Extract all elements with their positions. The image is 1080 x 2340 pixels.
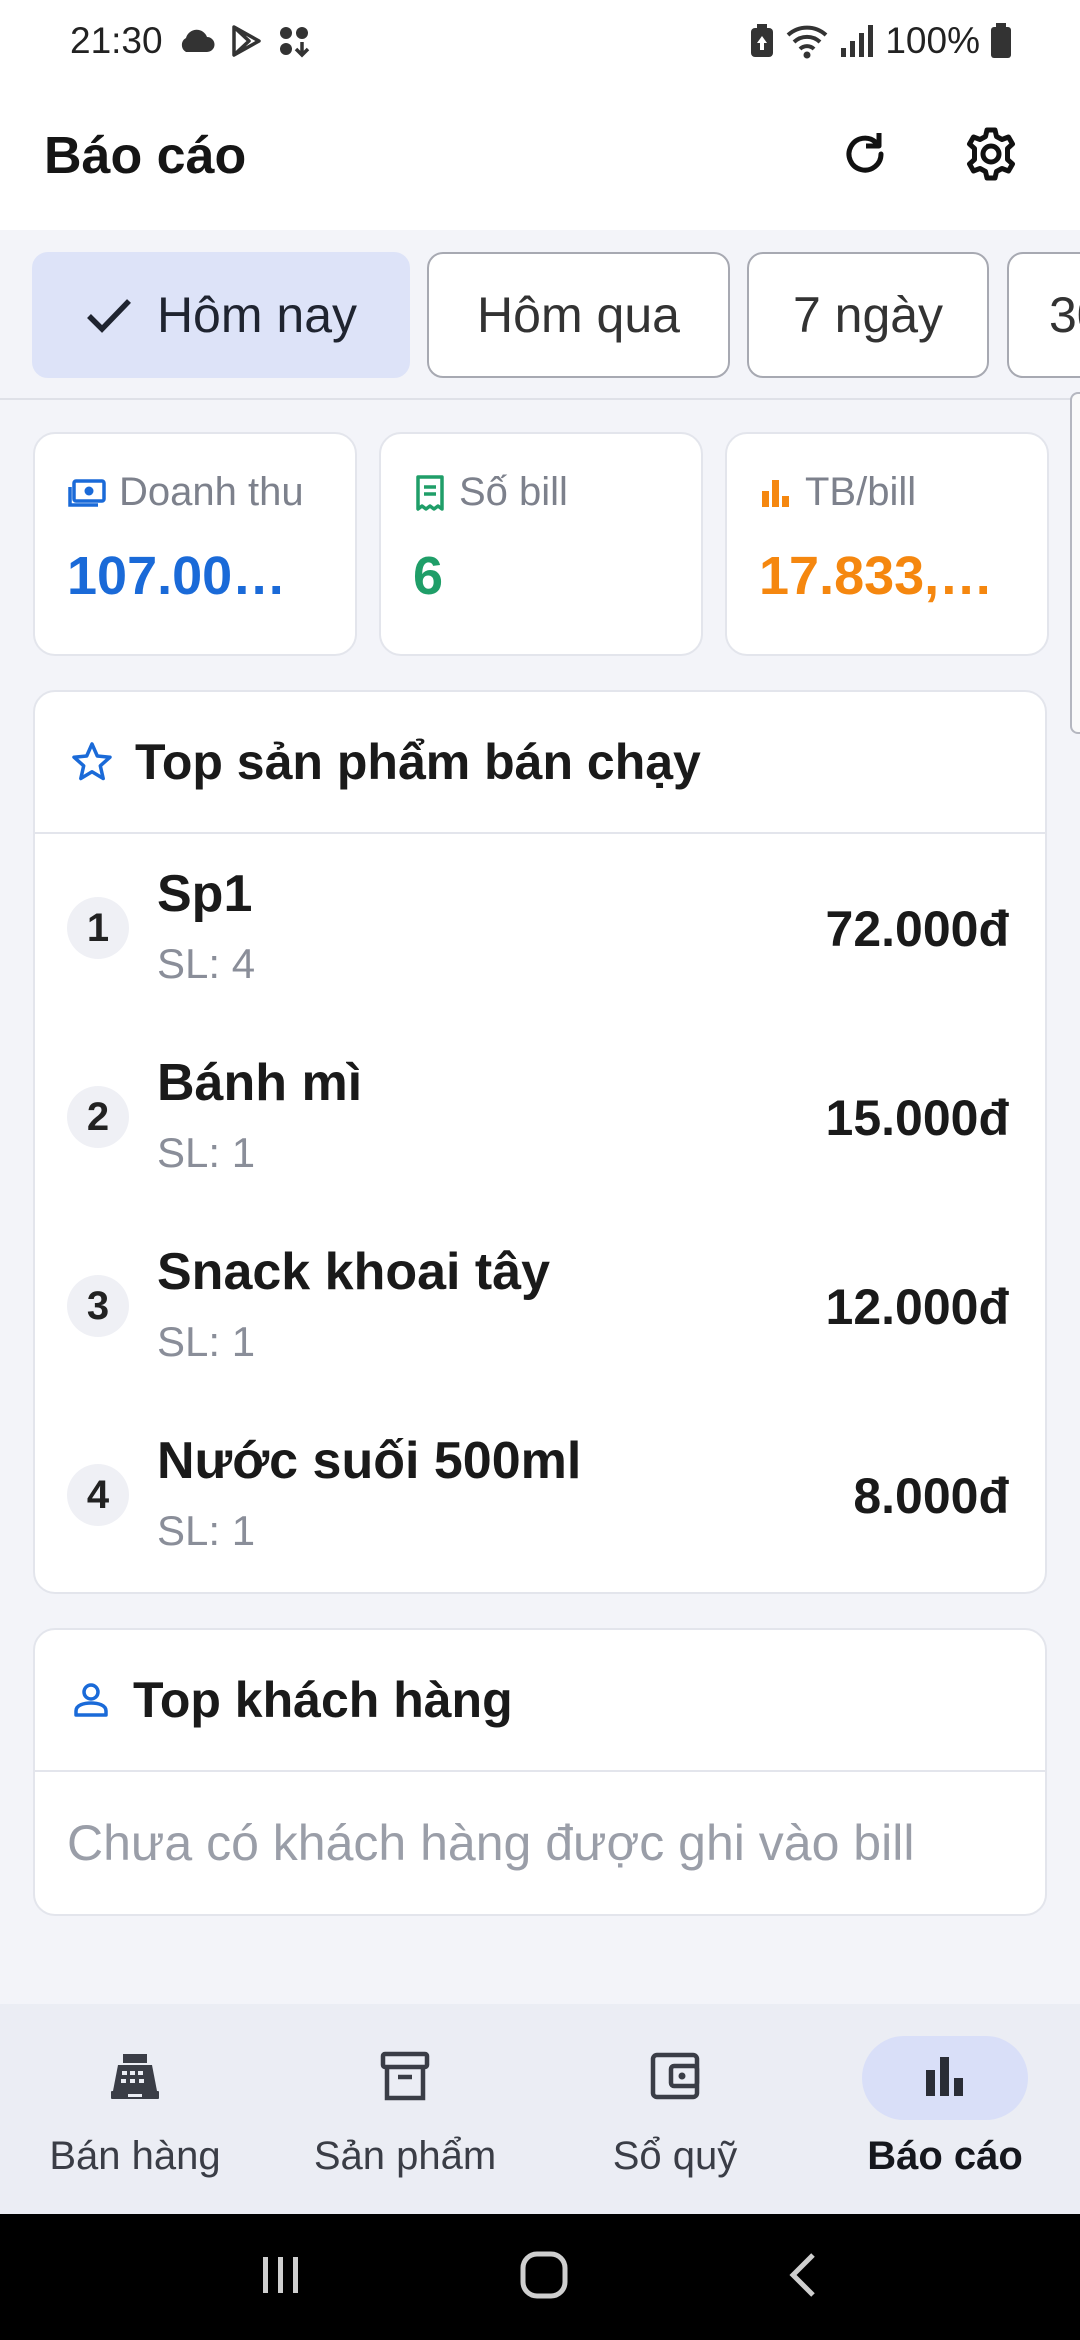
star-icon: [71, 741, 113, 783]
rank-badge: 4: [67, 1464, 129, 1526]
play-store-icon: [229, 24, 263, 58]
rank-badge: 2: [67, 1086, 129, 1148]
bar-chart-icon: [759, 477, 793, 509]
back-button[interactable]: [783, 2249, 823, 2306]
app-bar: Báo cáo: [0, 82, 1080, 230]
wallet-icon: [649, 2051, 701, 2106]
archive-box-icon: [379, 2050, 431, 2107]
product-name: Nước suối 500ml: [157, 1432, 582, 1490]
refresh-icon: [839, 128, 891, 185]
battery-percent: 100%: [885, 20, 980, 61]
date-filter-row: Hôm nay Hôm qua 7 ngày 30 ngày: [0, 230, 1080, 400]
settings-icon: [963, 126, 1019, 187]
filter-chip-label: Hôm qua: [477, 287, 680, 343]
stat-card-bill-count: Số bill 6: [379, 432, 703, 656]
bar-chart-icon: [922, 2054, 968, 2103]
stat-value-revenue: 107.00…: [67, 546, 287, 606]
stat-label: Số bill: [459, 470, 568, 514]
filter-chip-30-days[interactable]: 30 ngày: [1007, 252, 1080, 378]
cash-register-icon: [108, 2051, 162, 2106]
filter-chip-yesterday[interactable]: Hôm qua: [427, 252, 730, 378]
product-amount: 8.000đ: [853, 1468, 1009, 1524]
cloud-icon: [177, 28, 215, 54]
nav-item-products[interactable]: Sản phẩm: [270, 2004, 540, 2214]
nav-label: Sổ quỹ: [612, 2134, 738, 2178]
horizontal-scrollbar[interactable]: [1070, 392, 1080, 734]
receipt-icon: [413, 474, 447, 512]
product-amount: 72.000đ: [825, 901, 1009, 957]
stat-label: Doanh thu: [119, 470, 304, 514]
filter-chip-label: Hôm nay: [156, 287, 358, 343]
product-quantity: SL: 1: [157, 1507, 256, 1554]
section-title: Top sản phẩm bán chạy: [135, 734, 701, 790]
stat-label: TB/bill: [805, 470, 917, 514]
nav-label: Sản phẩm: [313, 2134, 497, 2178]
refresh-button[interactable]: [820, 111, 910, 201]
home-button[interactable]: [518, 2249, 570, 2306]
product-quantity: SL: 1: [157, 1318, 256, 1365]
filter-chip-7-days[interactable]: 7 ngày: [747, 252, 989, 378]
rank-badge: 1: [67, 897, 129, 959]
bottom-navigation: Bán hàng Sản phẩm Sổ quỹ Báo cáo: [0, 2004, 1080, 2214]
top-customers-card: Top khách hàng Chưa có khách hàng được g…: [33, 1628, 1047, 1916]
nav-label: Báo cáo: [867, 2134, 1023, 2178]
product-quantity: SL: 4: [157, 940, 256, 987]
app-grid-icon: [277, 24, 311, 58]
page-title: Báo cáo: [44, 127, 247, 185]
section-header: Top sản phẩm bán chạy: [35, 692, 1045, 834]
signal-icon: [839, 24, 875, 58]
person-icon: [71, 1680, 111, 1720]
list-item[interactable]: 4 Nước suối 500ml SL: 1 8.000đ: [35, 1401, 1045, 1590]
nav-item-cashbook[interactable]: Sổ quỹ: [540, 2004, 810, 2214]
filter-chip-label: 7 ngày: [792, 287, 944, 343]
recent-apps-button[interactable]: [257, 2253, 305, 2302]
product-amount: 12.000đ: [825, 1279, 1009, 1335]
empty-state-text: Chưa có khách hàng được ghi vào bill: [67, 1815, 915, 1871]
product-name: Snack khoai tây: [157, 1243, 551, 1301]
product-name: Sp1: [157, 865, 253, 923]
filter-chip-label: 30 ngày: [1049, 287, 1080, 343]
filter-chip-today[interactable]: Hôm nay: [32, 252, 410, 378]
battery-icon: [990, 23, 1012, 59]
product-quantity: SL: 1: [157, 1129, 256, 1176]
status-time: 21:30: [70, 20, 163, 61]
wifi-icon: [785, 23, 829, 59]
rank-badge: 3: [67, 1275, 129, 1337]
stat-value-bill-count: 6: [413, 546, 444, 606]
stat-card-revenue: Doanh thu 107.00…: [33, 432, 357, 656]
stat-card-avg-bill: TB/bill 17.833,…: [725, 432, 1049, 656]
nav-label: Bán hàng: [49, 2134, 221, 2178]
nav-item-sales[interactable]: Bán hàng: [0, 2004, 270, 2214]
product-amount: 15.000đ: [825, 1090, 1009, 1146]
money-icon: [67, 477, 107, 509]
battery-saver-icon: [749, 23, 775, 59]
settings-button[interactable]: [946, 111, 1036, 201]
top-products-card: Top sản phẩm bán chạy 1 Sp1 SL: 4 72.000…: [33, 690, 1047, 1594]
list-item[interactable]: 3 Snack khoai tây SL: 1 12.000đ: [35, 1212, 1045, 1401]
check-icon: [85, 295, 133, 335]
section-header: Top khách hàng: [35, 1630, 1045, 1772]
list-item[interactable]: 2 Bánh mì SL: 1 15.000đ: [35, 1023, 1045, 1212]
section-title: Top khách hàng: [133, 1672, 513, 1728]
status-bar: 21:30 100%: [0, 0, 1080, 82]
list-item[interactable]: 1 Sp1 SL: 4 72.000đ: [35, 834, 1045, 1023]
product-name: Bánh mì: [157, 1054, 363, 1112]
nav-item-reports[interactable]: Báo cáo: [810, 2004, 1080, 2214]
stat-value-avg-bill: 17.833,…: [759, 546, 994, 606]
system-navigation-bar: [0, 2214, 1080, 2340]
